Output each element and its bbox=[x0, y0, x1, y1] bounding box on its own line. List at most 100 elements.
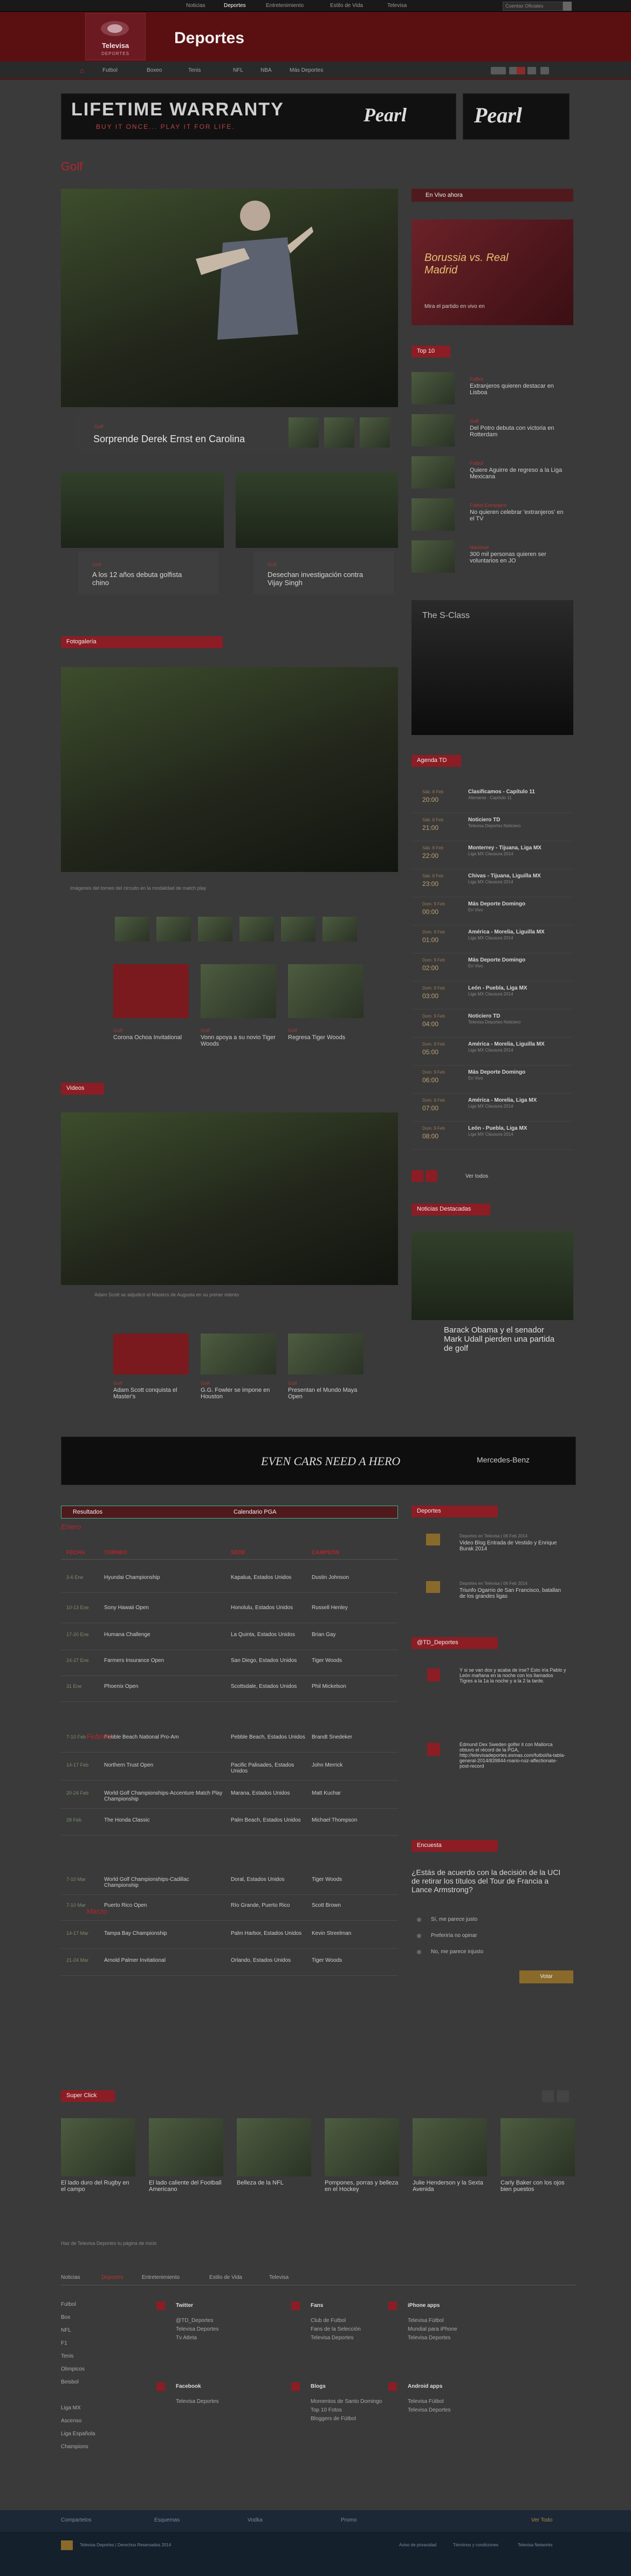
legal-link[interactable]: Términos y condiciones bbox=[453, 2543, 498, 2547]
table-row[interactable]: 7-10 Mar Puerto Rico Open Río Grande, Puer… bbox=[61, 1897, 398, 1921]
video-card-title[interactable]: G.G. Fowler se impone en Houston bbox=[201, 1387, 276, 1400]
top10-item[interactable]: Futbol Quiere Aguirre de regreso a la Lig… bbox=[411, 456, 573, 495]
footer-group-link[interactable]: Mundial para iPhone bbox=[408, 2326, 457, 2332]
gallery-thumb[interactable] bbox=[323, 917, 357, 942]
row-campeon[interactable]: Brian Gay bbox=[312, 1632, 393, 1638]
superclick-image[interactable] bbox=[325, 2118, 399, 2176]
radio-button[interactable] bbox=[417, 1950, 421, 1954]
superclick-image[interactable] bbox=[237, 2118, 311, 2176]
superclick-title[interactable]: Pompones, porras y belleza en el Hockey bbox=[325, 2180, 399, 2193]
agenda-row[interactable]: Dom. 9 Feb 05:00 América - Morelia, Liguil… bbox=[411, 1039, 573, 1066]
ad-sclass[interactable]: The S-Class bbox=[411, 600, 573, 735]
superclick-image[interactable] bbox=[149, 2118, 223, 2176]
next-arrow[interactable] bbox=[557, 2090, 569, 2102]
ad-banner-small[interactable]: Pearl bbox=[463, 93, 570, 140]
row-torneo[interactable]: Tampa Bay Championship bbox=[104, 1931, 223, 1936]
row-campeon[interactable]: Tiger Woods bbox=[312, 1957, 393, 1963]
row-torneo[interactable]: Phoenix Open bbox=[104, 1684, 223, 1689]
top10-thumb[interactable] bbox=[411, 498, 455, 531]
gallery-thumb[interactable] bbox=[156, 917, 191, 942]
next-arrow[interactable] bbox=[426, 1170, 437, 1182]
footer-bar-link[interactable]: Compartelos bbox=[61, 2517, 92, 2523]
agenda-row[interactable]: Dom. 9 Feb 03:00 León - Puebla, Liga MX Lig… bbox=[411, 983, 573, 1009]
footer-group-link[interactable]: Televisa Deportes bbox=[408, 2407, 450, 2413]
agenda-row[interactable]: Dom. 9 Feb 01:00 América - Morelia, Liguil… bbox=[411, 926, 573, 953]
table-row[interactable]: 24-27 Ene Farmers Insurance Open San Diego… bbox=[61, 1652, 398, 1676]
vote-button[interactable]: Votar bbox=[519, 1970, 573, 1983]
gallery-card-title[interactable]: Regresa Tiger Woods bbox=[288, 1034, 363, 1041]
radio-button[interactable] bbox=[417, 1934, 421, 1938]
top10-thumb[interactable] bbox=[411, 456, 455, 489]
footer-bar-link[interactable]: Esquemas bbox=[154, 2517, 180, 2523]
topnav-link[interactable]: Noticias bbox=[186, 3, 205, 9]
gallery-card-title[interactable]: Vonn apoya a su novio Tiger Woods bbox=[201, 1034, 276, 1047]
agenda-program[interactable]: Más Deporte Domingo bbox=[468, 1069, 525, 1075]
footer-link[interactable]: Liga Española bbox=[61, 2431, 95, 2437]
agenda-row[interactable]: Dom. 9 Feb 04:00 Noticiero TD Televisa Depo… bbox=[411, 1011, 573, 1038]
footer-group-link[interactable]: Fans de la Selección bbox=[311, 2326, 361, 2332]
superclick-title[interactable]: El lado duro del Rugby en el campo bbox=[61, 2180, 135, 2193]
dep-title[interactable]: Video Blog Entrada de Vestido y Enrique … bbox=[459, 1540, 562, 1552]
footer-group-link[interactable]: Top 10 Fotos bbox=[311, 2407, 342, 2413]
poll-option[interactable]: No, me parece injusto bbox=[431, 1949, 483, 1955]
logo-icon[interactable] bbox=[491, 67, 506, 74]
top10-thumb[interactable] bbox=[411, 540, 455, 573]
superclick-title[interactable]: Belleza de la NFL bbox=[237, 2180, 311, 2186]
table-row[interactable]: 31 Ene Phoenix Open Scottsdale, Estados Un… bbox=[61, 1678, 398, 1702]
row-torneo[interactable]: Hyundai Championship bbox=[104, 1575, 223, 1581]
dep-title[interactable]: Triunfo Ogarrio de San Francisco, batall… bbox=[459, 1588, 562, 1599]
top10-thumb[interactable] bbox=[411, 414, 455, 446]
agenda-program[interactable]: Más Deporte Domingo bbox=[468, 957, 525, 963]
top10-item[interactable]: Futbol Extranjero No quieren celebrar 'ex… bbox=[411, 498, 573, 537]
video-player[interactable] bbox=[61, 1112, 398, 1285]
footer-group-link[interactable]: Televisa Deportes bbox=[176, 2326, 218, 2332]
row-campeon[interactable]: Matt Kuchar bbox=[312, 1790, 393, 1796]
radio-button[interactable] bbox=[417, 1918, 421, 1922]
row-campeon[interactable]: Russell Henley bbox=[312, 1605, 393, 1611]
hero-image[interactable] bbox=[61, 189, 398, 407]
card-title[interactable]: Desechan investigación contra Vijay Sing… bbox=[268, 571, 375, 587]
footer-link[interactable]: Futbol bbox=[61, 2302, 76, 2307]
row-campeon[interactable]: Kevin Streelman bbox=[312, 1931, 393, 1936]
agenda-program[interactable]: León - Puebla, Liga MX bbox=[468, 1125, 527, 1131]
superclick-title[interactable]: Carly Baker con los ojos bien puestos bbox=[500, 2180, 575, 2193]
video-card-image[interactable] bbox=[113, 1334, 189, 1375]
agenda-row[interactable]: Dom. 9 Feb 08:00 León - Puebla, Liga MX Lig… bbox=[411, 1123, 573, 1150]
row-torneo[interactable]: Farmers Insurance Open bbox=[104, 1658, 223, 1664]
superclick-image[interactable] bbox=[500, 2118, 575, 2176]
topnav-link[interactable]: Televisa bbox=[387, 3, 407, 9]
nav-item-boxeo[interactable]: Boxeo bbox=[147, 67, 162, 73]
topnav-link[interactable]: Deportes bbox=[224, 3, 246, 9]
row-torneo[interactable]: Northern Trust Open bbox=[104, 1762, 223, 1768]
row-torneo[interactable]: World Golf Championships-Cadillac Champi… bbox=[104, 1877, 223, 1888]
agenda-program[interactable]: Monterrey - Tijuana, Liga MX bbox=[468, 845, 541, 851]
row-campeon[interactable]: Michael Thompson bbox=[312, 1817, 393, 1823]
row-campeon[interactable]: Tiger Woods bbox=[312, 1877, 393, 1883]
top10-title[interactable]: Extranjeros quieren destacar en Lisboa bbox=[470, 383, 570, 396]
card-image[interactable] bbox=[61, 472, 224, 548]
legal-link[interactable]: Televisa Networks bbox=[518, 2543, 552, 2547]
row-torneo[interactable]: Pebble Beach National Pro-Am bbox=[104, 1734, 223, 1740]
agenda-program[interactable]: América - Morelia, Liga MX bbox=[468, 1097, 537, 1103]
add-homepage[interactable]: Haz de Televisa Deportes tu página de in… bbox=[61, 2241, 156, 2246]
footer-group-link[interactable]: Bloggers de Fútbol bbox=[311, 2416, 356, 2422]
nav-item-mas[interactable]: Más Deportes bbox=[290, 67, 323, 73]
twitter-icon[interactable] bbox=[527, 67, 536, 74]
agenda-program[interactable]: Clasificamos - Capítulo 11 bbox=[468, 789, 535, 795]
home-icon[interactable]: ⌂ bbox=[80, 66, 84, 74]
agenda-program[interactable]: Noticiero TD bbox=[468, 1013, 500, 1019]
agenda-row[interactable]: Dom. 9 Feb 00:00 Más Deporte Domingo En Viv… bbox=[411, 898, 573, 925]
video-card-image[interactable] bbox=[288, 1334, 363, 1375]
search-button[interactable] bbox=[563, 2, 572, 11]
table-row[interactable]: 10-13 Ene Sony Hawaii Open Honolulu, Estad… bbox=[61, 1599, 398, 1623]
agenda-program[interactable]: América - Morelia, Liguilla MX bbox=[468, 1041, 545, 1047]
gallery-card-image[interactable] bbox=[201, 964, 276, 1018]
footer-tab[interactable]: Estilo de Vida bbox=[209, 2275, 242, 2280]
agenda-row[interactable]: Dom. 9 Feb 02:00 Más Deporte Domingo En Viv… bbox=[411, 954, 573, 981]
footer-tab[interactable]: Entretenimiento bbox=[142, 2275, 180, 2280]
card-box[interactable]: Golf A los 12 años debuta golfista chino bbox=[78, 551, 218, 594]
superclick-title[interactable]: Julie Henderson y la Sexta Avenida bbox=[413, 2180, 487, 2193]
top10-title[interactable]: No quieren celebrar 'extranjeros' en el … bbox=[470, 509, 570, 522]
gallery-card-title[interactable]: Corona Ochoa Invitational bbox=[113, 1034, 189, 1041]
footer-link[interactable]: Ascenso bbox=[61, 2418, 81, 2424]
